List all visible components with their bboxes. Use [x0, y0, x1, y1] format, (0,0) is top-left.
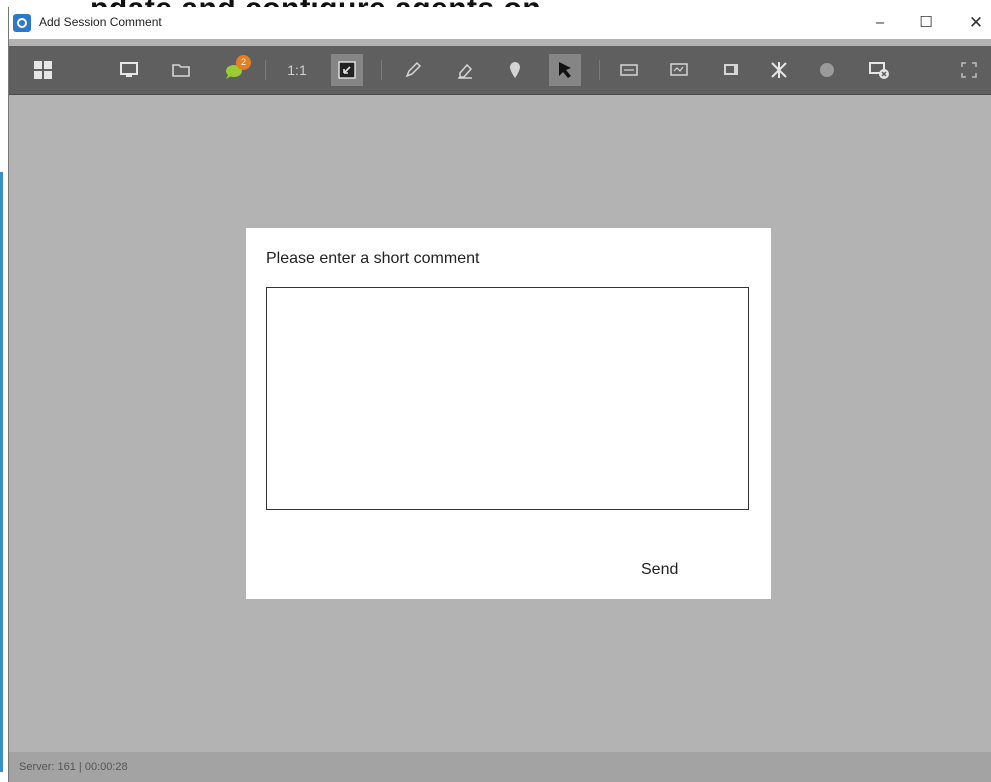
title-bar: Add Session Comment – ☐ ✕	[9, 7, 991, 39]
comment-input[interactable]	[266, 287, 749, 510]
fit-screen-icon[interactable]	[331, 54, 363, 86]
disconnect-icon[interactable]	[863, 54, 895, 86]
grid-icon[interactable]	[27, 54, 59, 86]
zoom-1-1-button[interactable]: 1:1	[281, 54, 313, 86]
pin-icon[interactable]	[499, 54, 531, 86]
comment-prompt: Please enter a short comment	[266, 250, 480, 267]
toolbar-separator	[381, 60, 382, 80]
maximize-button[interactable]: ☐	[910, 11, 942, 35]
status-bar: Server: 161 | 00:00:28	[9, 752, 991, 782]
eraser-icon[interactable]	[449, 54, 481, 86]
close-button[interactable]: ✕	[960, 11, 991, 35]
toolbar-separator	[265, 60, 266, 80]
folder-icon[interactable]	[165, 54, 197, 86]
toolbar: 2 1:1	[9, 46, 991, 95]
tools-icon[interactable]	[763, 54, 795, 86]
comment-dialog: Please enter a short comment Send	[246, 228, 771, 599]
chat-icon[interactable]: 2	[219, 54, 251, 86]
window-icon[interactable]	[715, 54, 747, 86]
chat-badge: 2	[236, 55, 251, 70]
keyboard-icon[interactable]	[613, 54, 645, 86]
status-text: Server: 161 | 00:00:28	[19, 761, 128, 773]
screen-icon[interactable]	[663, 54, 695, 86]
pointer-icon[interactable]	[549, 54, 581, 86]
fullscreen-icon[interactable]	[953, 54, 985, 86]
pencil-icon[interactable]	[397, 54, 429, 86]
minimize-button[interactable]: –	[864, 11, 896, 35]
monitor-icon[interactable]	[113, 54, 145, 86]
window-title: Add Session Comment	[39, 15, 162, 29]
background-window-edge	[0, 172, 3, 772]
send-button[interactable]: Send	[641, 561, 678, 579]
app-logo-icon	[13, 14, 31, 32]
record-icon[interactable]	[811, 54, 843, 86]
session-window: Add Session Comment – ☐ ✕ 2 1:1 Please e…	[8, 7, 991, 782]
toolbar-separator	[599, 60, 600, 80]
